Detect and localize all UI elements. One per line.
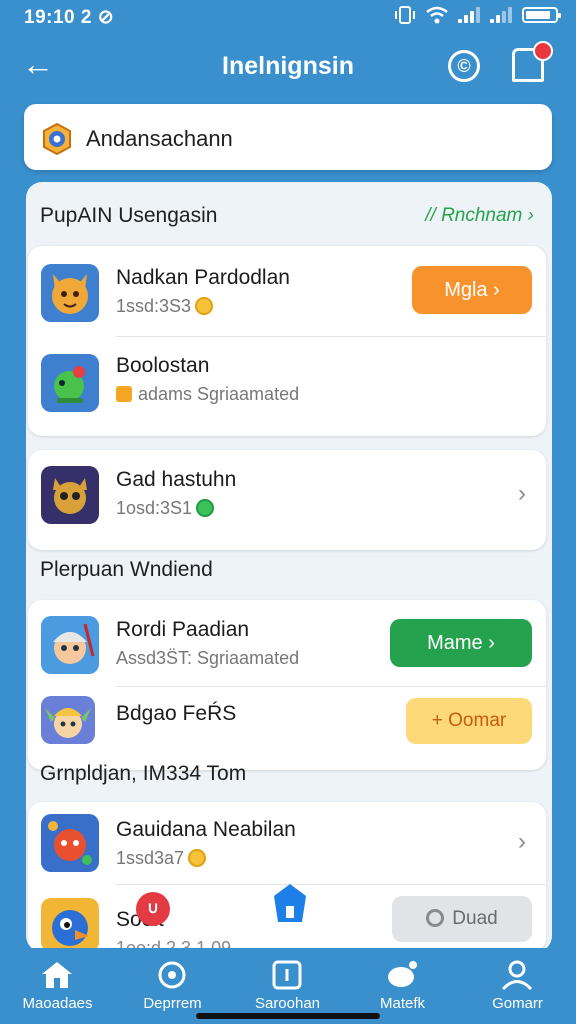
tab-label: Saroohan bbox=[254, 995, 321, 1012]
main-panel: PupAIN Usengasin // Rnchnam › Nadkan Par… bbox=[26, 182, 552, 952]
tab-label: Maoadaes bbox=[22, 995, 93, 1012]
list-item[interactable]: Boolostan adams Sgriaamated bbox=[28, 338, 546, 428]
status-bar: 19:10 2 ⊘ bbox=[0, 0, 576, 36]
app-card-4: Gauidana Neabilan 1ssd3a7 › Sooit 1oo:d … bbox=[28, 802, 546, 952]
divider bbox=[116, 336, 546, 337]
app-card-1: Nadkan Pardodlan 1ssd:3S3 Mgla › Boolost… bbox=[28, 246, 546, 436]
list-item[interactable]: Bdgao FeŔS + Oomar bbox=[28, 688, 546, 768]
tab-label: Matefk bbox=[379, 995, 425, 1012]
tab-home[interactable]: Maoadaes bbox=[0, 948, 115, 1024]
camera-badge-icon: ⊘ bbox=[97, 7, 115, 28]
chevron-right-icon: › bbox=[518, 480, 526, 507]
app-title: Bdgao FeŔS bbox=[116, 702, 237, 725]
tab-label: Gomarr bbox=[492, 995, 543, 1012]
action-button-green[interactable]: Mame › bbox=[390, 619, 532, 667]
link-icon bbox=[426, 909, 445, 927]
app-icon-warrior bbox=[41, 616, 99, 674]
coin-icon bbox=[196, 499, 215, 517]
app-logo-icon bbox=[43, 122, 71, 156]
clipboard-notification-button[interactable] bbox=[512, 41, 553, 82]
app-title: Boolostan bbox=[116, 354, 210, 377]
record-fab-button[interactable]: ∪ bbox=[136, 892, 170, 926]
app-subtitle: 1osd:3S1 bbox=[116, 498, 215, 519]
app-title: Nadkan Pardodlan bbox=[116, 266, 290, 289]
tab-label: Deprrem bbox=[143, 995, 202, 1012]
signal-icon bbox=[458, 7, 480, 23]
app-subtitle: adams Sgriaamated bbox=[116, 384, 299, 405]
app-subtitle: Assd3S̈T: Sgriaamated bbox=[116, 648, 300, 668]
app-subtitle: 1ssd3a7 bbox=[116, 848, 207, 869]
coin-icon bbox=[188, 849, 207, 867]
chevron-right-icon: › bbox=[518, 828, 526, 855]
app-card-2: Gad hastuhn 1osd:3S1 › bbox=[28, 450, 546, 550]
wifi-icon bbox=[426, 6, 448, 24]
vibrate-icon bbox=[395, 6, 415, 24]
search-input[interactable]: Andansachann bbox=[86, 126, 233, 152]
section-title-4: Grnpldjan, IM334 Tom bbox=[40, 762, 247, 785]
battery-icon bbox=[522, 7, 561, 23]
divider bbox=[116, 884, 546, 885]
status-icons bbox=[394, 6, 561, 24]
tab-profile[interactable]: Gomarr bbox=[460, 948, 575, 1024]
app-title: Rordi Paadian bbox=[116, 618, 250, 641]
list-item[interactable]: Gad hastuhn 1osd:3S1 › bbox=[28, 450, 546, 540]
action-button-gray[interactable]: Duad bbox=[392, 896, 532, 942]
app-title: Gauidana Neabilan bbox=[116, 818, 296, 841]
app-icon-bird bbox=[41, 898, 99, 952]
app-icon-fox bbox=[41, 264, 99, 322]
app-icon-owl bbox=[41, 466, 99, 524]
search-bar[interactable]: Andansachann bbox=[24, 104, 552, 170]
tag-icon bbox=[116, 386, 132, 402]
app-subtitle: 1ssd:3S3 bbox=[116, 296, 214, 317]
screen-icon bbox=[272, 960, 302, 990]
notification-badge bbox=[533, 41, 553, 61]
see-all-link[interactable]: // Rnchnam › bbox=[425, 205, 534, 227]
clock-text: 19:10 2 bbox=[24, 7, 92, 28]
home-fab-icon[interactable] bbox=[272, 882, 308, 924]
status-time: 19:10 2 ⊘ bbox=[24, 6, 114, 29]
app-title: Gad hastuhn bbox=[116, 468, 237, 491]
copyright-icon-button[interactable]: © bbox=[448, 50, 480, 82]
compass-icon bbox=[158, 961, 186, 989]
divider bbox=[116, 686, 546, 687]
section-title-1: PupAIN Usengasin bbox=[40, 204, 218, 227]
list-item[interactable]: Gauidana Neabilan 1ssd3a7 › bbox=[28, 802, 546, 892]
person-icon bbox=[501, 960, 533, 990]
action-button-orange[interactable]: Mgla › bbox=[412, 266, 532, 314]
list-item[interactable]: Nadkan Pardodlan 1ssd:3S3 Mgla › bbox=[28, 246, 546, 336]
app-icon-frog bbox=[41, 354, 99, 412]
coin-icon bbox=[195, 297, 214, 315]
action-button-yellow[interactable]: + Oomar bbox=[406, 698, 532, 744]
section-title-3: Plerpuan Wndiend bbox=[40, 558, 213, 581]
app-icon-elf bbox=[41, 696, 95, 744]
app-card-3: Rordi Paadian Assd3S̈T: Sgriaamated Mame… bbox=[28, 600, 546, 770]
home-indicator bbox=[196, 1013, 380, 1019]
page-title: Inelnigns⁠in bbox=[222, 52, 354, 80]
chat-bubble-icon bbox=[388, 961, 417, 987]
app-icon-mascot bbox=[41, 814, 99, 872]
home-icon bbox=[42, 962, 72, 988]
app-header: ← Inelnigns⁠in © bbox=[0, 36, 576, 96]
list-item[interactable]: Rordi Paadian Assd3S̈T: Sgriaamated Mame… bbox=[28, 600, 546, 690]
signal-2-icon bbox=[490, 7, 512, 23]
